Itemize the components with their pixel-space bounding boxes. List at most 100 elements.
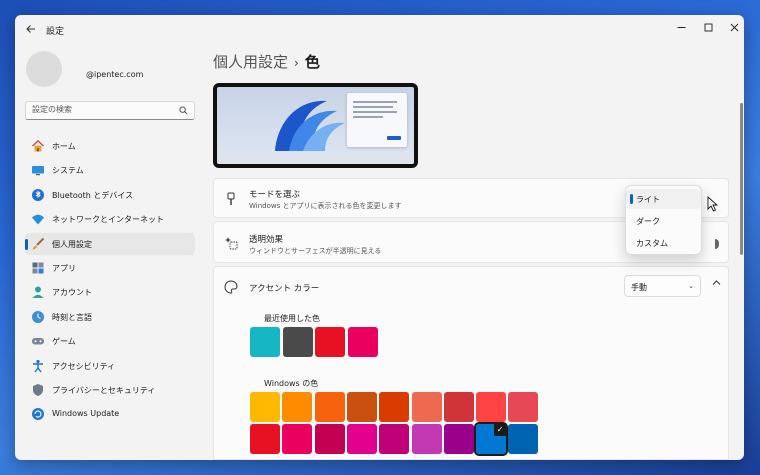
close-icon <box>730 23 738 32</box>
palette-icon <box>224 280 238 294</box>
windows-color-swatch[interactable] <box>346 424 377 454</box>
option-label: カスタム <box>636 239 668 248</box>
avatar[interactable] <box>26 51 62 87</box>
windows-color-swatch[interactable] <box>508 424 539 454</box>
sidebar-item-personalization[interactable]: 個人用設定 <box>25 232 195 255</box>
windows-update-icon <box>32 408 44 421</box>
sidebar-item-windows-update[interactable]: Windows Update <box>25 403 195 425</box>
maximize-button[interactable] <box>698 20 718 38</box>
breadcrumb-separator: › <box>294 56 299 70</box>
accent-select-value: 手動 <box>631 283 647 292</box>
sidebar-item-home[interactable]: ホーム <box>25 135 195 157</box>
mode-title: モードを選ぶ <box>249 190 301 200</box>
windows-color-swatch[interactable] <box>314 424 345 454</box>
sidebar-item-gaming[interactable]: ゲーム <box>25 330 195 352</box>
transparency-description: ウィンドウとサーフェスが半透明に見える <box>249 247 382 255</box>
accessibility-icon <box>33 359 43 372</box>
mode-option-light[interactable]: ライト <box>626 189 701 209</box>
search-input[interactable] <box>32 105 172 114</box>
brush-outline-icon <box>227 192 235 205</box>
gaming-icon <box>32 338 44 345</box>
transparency-toggle[interactable] <box>715 239 719 249</box>
mode-option-custom[interactable]: カスタム <box>626 233 701 253</box>
sidebar-item-label: ホーム <box>52 142 76 151</box>
mouse-cursor-icon <box>707 196 719 212</box>
search-icon <box>179 106 188 115</box>
chevron-up-icon <box>712 280 720 285</box>
sidebar-item-label: 個人用設定 <box>52 239 92 249</box>
checkmark-icon: ✓ <box>494 424 507 436</box>
recent-color-swatch[interactable] <box>315 327 345 357</box>
collapse-button[interactable] <box>708 277 724 293</box>
sidebar-item-label: プライバシーとセキュリティ <box>52 385 156 395</box>
recent-colors-label: 最近使用した色 <box>264 314 320 323</box>
windows-color-swatch[interactable] <box>346 392 377 422</box>
windows-color-swatch[interactable] <box>476 392 507 422</box>
sidebar-item-privacy[interactable]: プライバシーとセキュリティ <box>25 379 195 401</box>
sidebar-item-label: システム <box>52 166 84 176</box>
sidebar-item-label: Bluetooth とデバイス <box>52 190 134 200</box>
apps-icon <box>32 262 44 274</box>
windows-color-swatch[interactable] <box>250 392 280 422</box>
profile-email: @ipentec.com <box>86 70 144 79</box>
windows-color-swatch[interactable] <box>282 392 313 422</box>
windows-color-swatch[interactable] <box>508 392 539 422</box>
windows-color-swatch[interactable] <box>314 392 345 422</box>
windows-color-swatch[interactable]: ✓ <box>474 422 509 456</box>
accent-color-select[interactable]: 手動 ⌄ <box>624 275 701 297</box>
preview-taskbar <box>217 157 414 164</box>
windows-color-swatch[interactable] <box>379 424 410 454</box>
sidebar-item-apps[interactable]: アプリ <box>25 257 195 279</box>
brush-icon <box>33 237 45 250</box>
back-arrow-icon <box>26 25 35 33</box>
bluetooth-icon <box>32 188 44 201</box>
sidebar-item-label: アカウント <box>52 288 92 298</box>
recent-color-swatch[interactable] <box>250 327 280 357</box>
recent-color-swatch[interactable] <box>282 327 313 357</box>
close-button[interactable] <box>724 20 744 38</box>
minimize-button[interactable] <box>671 20 691 38</box>
mode-option-dark[interactable]: ダーク <box>626 211 701 231</box>
system-icon <box>32 166 44 176</box>
mode-description: Windows とアプリに表示される色を変更します <box>249 202 402 210</box>
page-title: 色 <box>304 53 320 71</box>
home-icon <box>32 140 44 152</box>
windows-color-swatch[interactable] <box>282 424 313 454</box>
breadcrumb-parent[interactable]: 個人用設定 <box>213 53 288 71</box>
windows-color-swatch[interactable] <box>443 392 474 422</box>
time-language-icon <box>32 310 44 323</box>
maximize-icon <box>704 23 712 32</box>
sidebar-item-label: アプリ <box>52 263 76 273</box>
scrollbar[interactable] <box>740 103 743 255</box>
breadcrumb: 個人用設定 › 色 <box>213 51 320 72</box>
windows-color-swatch[interactable] <box>411 392 442 422</box>
mode-dropdown: ライト ダーク カスタム <box>625 185 702 255</box>
sidebar-nav: ホーム システム Bluetooth とデバイス ネットワークとインターネット … <box>25 135 195 428</box>
windows-color-swatch[interactable] <box>379 392 410 422</box>
search-box[interactable] <box>25 101 195 120</box>
accent-color-title: アクセント カラー <box>249 284 320 294</box>
sidebar-item-label: ネットワークとインターネット <box>52 215 164 225</box>
windows-color-swatch[interactable] <box>250 424 280 454</box>
sidebar-item-accessibility[interactable]: アクセシビリティ <box>25 355 195 377</box>
bloom-wallpaper-icon <box>275 100 345 151</box>
option-label: ライト <box>636 195 660 204</box>
minimize-icon <box>677 27 685 28</box>
account-icon <box>32 286 44 299</box>
windows-colors-label: Windows の色 <box>264 379 319 388</box>
shield-icon <box>33 383 43 396</box>
sidebar-item-bluetooth[interactable]: Bluetooth とデバイス <box>25 184 195 206</box>
sidebar-item-time-language[interactable]: 時刻と言語 <box>25 306 195 328</box>
sidebar-item-label: Windows Update <box>52 409 120 419</box>
transparency-sparkle-icon <box>225 237 238 250</box>
app-title: 設定 <box>46 27 65 37</box>
sidebar-item-system[interactable]: システム <box>25 159 195 181</box>
sidebar-item-accounts[interactable]: アカウント <box>25 281 195 303</box>
windows-color-swatch[interactable] <box>411 424 442 454</box>
preview-window <box>347 93 407 147</box>
sidebar-item-network[interactable]: ネットワークとインターネット <box>25 208 195 230</box>
back-button[interactable] <box>23 22 39 38</box>
windows-color-swatch[interactable] <box>443 424 474 454</box>
recent-color-swatch[interactable] <box>347 327 378 357</box>
network-icon <box>32 214 44 225</box>
